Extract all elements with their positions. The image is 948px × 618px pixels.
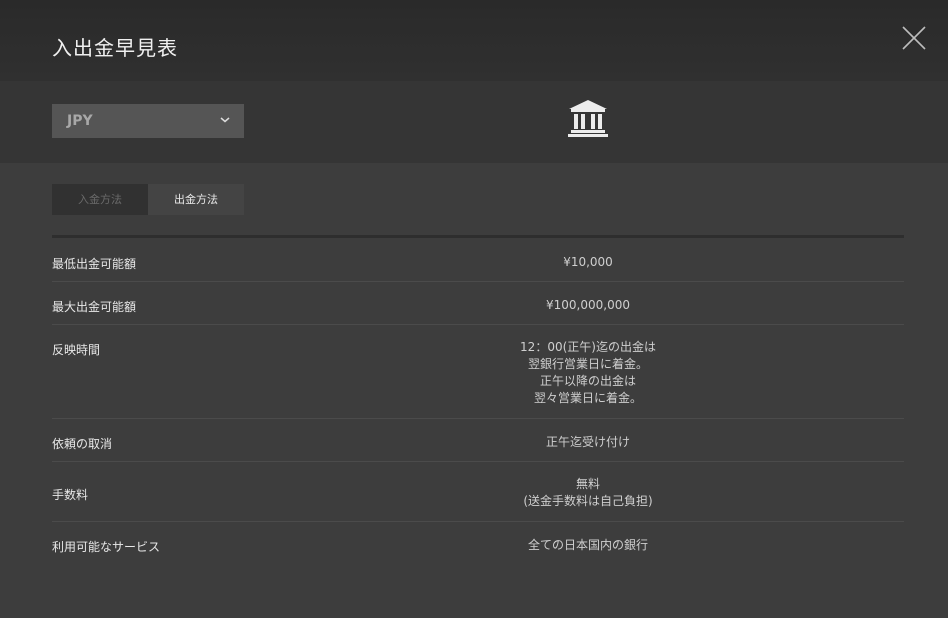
withdrawal-info-table: 最低出金可能額 ¥10,000 最大出金可能額 ¥100,000,000 反映時… [52,235,904,567]
tab-withdrawal-method[interactable]: 出金方法 [148,184,244,215]
close-icon [902,26,926,50]
row-value: ¥10,000 [438,254,738,271]
close-button[interactable] [902,26,926,50]
table-row: 反映時間 12：00(正午)迄の出金は 翌銀行営業日に着金。 正午以降の出金は … [52,325,904,419]
row-value: 正午迄受け付け [438,434,738,451]
row-value: 12：00(正午)迄の出金は 翌銀行営業日に着金。 正午以降の出金は 翌々営業日… [438,339,738,407]
row-label: 最低出金可能額 [52,257,137,271]
modal-header: 入出金早見表 [0,0,948,81]
row-value-line: ¥100,000,000 [546,298,630,312]
row-value-line: 正午迄受け付け [545,435,630,449]
row-label: 利用可能なサービス [52,540,161,554]
row-value-line: (送金手数料は自己負担) [523,494,653,508]
table-row: 最大出金可能額 ¥100,000,000 [52,282,904,325]
row-value-line: 無料 [575,477,600,491]
row-value: ¥100,000,000 [438,297,738,314]
row-value: 全ての日本国内の銀行 [438,537,738,554]
content-panel: 入金方法 出金方法 最低出金可能額 ¥10,000 最大出金可能額 ¥100,0… [0,163,948,618]
row-value-line: 翌々営業日に着金。 [533,391,642,405]
tab-deposit-method[interactable]: 入金方法 [52,184,148,215]
row-value: 無料 (送金手数料は自己負担) [438,476,738,510]
deposit-withdrawal-modal: 入出金早見表 JPY 入金方法 出金方法 最低出金可能額 ¥10,000 最大出… [0,0,948,618]
row-value-line: 翌銀行営業日に着金。 [527,357,648,371]
row-value-line: 正午以降の出金は [539,374,636,388]
row-label: 最大出金可能額 [52,300,137,314]
bank-icon [568,100,608,137]
table-row: 依頼の取消 正午迄受け付け [52,419,904,462]
table-row: 最低出金可能額 ¥10,000 [52,238,904,282]
currency-select[interactable]: JPY [52,104,244,138]
chevron-down-icon [220,117,230,123]
page-title: 入出金早見表 [52,36,178,60]
table-row: 手数料 無料 (送金手数料は自己負担) [52,462,904,522]
row-value-line: 12：00(正午)迄の出金は [520,340,656,354]
row-value-line: ¥10,000 [563,255,613,269]
currency-select-value: JPY [67,113,93,129]
method-tabs: 入金方法 出金方法 [52,184,244,215]
row-label: 依頼の取消 [52,437,113,451]
table-row: 利用可能なサービス 全ての日本国内の銀行 [52,522,904,567]
row-label: 反映時間 [52,343,101,357]
row-value-line: 全ての日本国内の銀行 [527,538,648,552]
currency-toolbar: JPY [0,81,948,163]
row-label: 手数料 [52,488,89,502]
